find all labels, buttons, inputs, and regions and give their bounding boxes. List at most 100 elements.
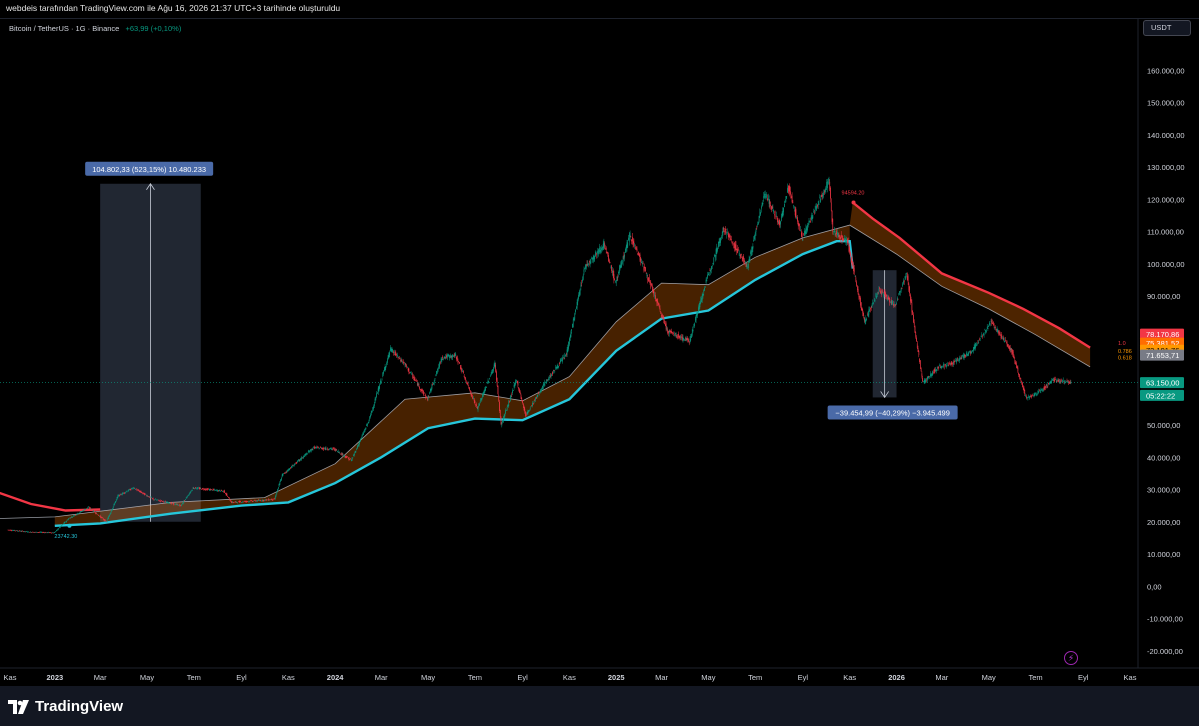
candle-body [213, 489, 215, 491]
candle-body [470, 392, 472, 395]
candle-body [33, 532, 34, 533]
candle-body [222, 490, 224, 492]
candle-body [675, 333, 677, 337]
candle-body [328, 449, 330, 451]
candle-body [501, 422, 503, 426]
candle-body [356, 449, 357, 450]
symbol-legend[interactable]: Bitcoin / TetherUS · 1G · Binance +63,99… [9, 24, 181, 33]
candle-body [612, 270, 614, 276]
candle-body [724, 229, 726, 233]
candle-body [369, 416, 371, 420]
candle-body [311, 448, 312, 451]
candle-body [913, 314, 914, 323]
candle-body [47, 532, 49, 533]
candle-body [430, 388, 431, 392]
candle-body [631, 239, 632, 242]
candle-body [162, 500, 164, 502]
candle-body [855, 277, 857, 282]
candle-body [769, 201, 771, 207]
flash-icon[interactable]: ⚡ [1064, 651, 1078, 665]
candle-body [31, 532, 33, 533]
price-tag-label: 71.653,71 [1146, 351, 1179, 360]
candle-body [749, 256, 751, 261]
candle-body [992, 322, 993, 324]
candle-body [41, 531, 43, 533]
candle-body [702, 293, 704, 297]
candle-body [146, 495, 148, 497]
x-tick-label: Tem [1028, 673, 1042, 682]
candle-body [260, 500, 261, 501]
tradingview-logo-text: TradingView [35, 698, 124, 715]
candle-body [521, 398, 523, 400]
candle-body [532, 402, 534, 404]
candle-body [655, 299, 657, 302]
candle-body [920, 360, 921, 369]
candle-body [519, 389, 520, 393]
candle-body [82, 510, 84, 512]
candle-body [670, 331, 672, 333]
candle-body [907, 276, 909, 282]
candle-body [644, 266, 645, 269]
candle-body [559, 362, 560, 365]
price-chart[interactable]: 160.000,00 150.000,00 140.000,00 130.000,00… [0, 0, 1199, 686]
candle-body [93, 511, 95, 512]
candle-body [70, 517, 72, 519]
candle-body [434, 378, 436, 379]
candle-body [814, 212, 815, 214]
candle-body [101, 517, 102, 518]
candle-body [833, 231, 834, 232]
candle-body [1002, 337, 1004, 340]
candle-body [611, 265, 612, 271]
candle-body [304, 455, 305, 458]
candle-body [317, 446, 318, 448]
candle-body [649, 281, 651, 283]
candle-body [1017, 367, 1019, 372]
candle-body [962, 355, 963, 357]
candle-body [731, 239, 732, 240]
candle-body [728, 234, 730, 237]
candle-body [681, 336, 682, 338]
candle-body [606, 251, 608, 253]
candle-body [727, 232, 728, 233]
candle-body [138, 489, 139, 491]
candle-body [857, 286, 858, 290]
x-tick-label: May [140, 673, 154, 682]
candle-body [938, 366, 940, 369]
candle-body [1059, 379, 1061, 383]
candle-body [660, 311, 662, 314]
candle-body [541, 388, 543, 391]
candle-body [684, 339, 685, 341]
candle-body [609, 262, 611, 264]
candle-body [863, 313, 864, 316]
candle-body [20, 531, 22, 532]
candle-body [8, 529, 10, 531]
candle-body [808, 220, 810, 222]
candle-body [905, 276, 907, 279]
candle-body [614, 279, 615, 281]
candle-body [940, 367, 941, 368]
candle-body [911, 302, 913, 313]
tradingview-logo[interactable]: TradingView [8, 698, 123, 715]
candle-body [723, 228, 725, 230]
candle-body [716, 246, 718, 254]
candle-body [678, 333, 679, 338]
candle-body [722, 227, 724, 233]
candle-body [681, 336, 683, 340]
candle-body [557, 364, 559, 369]
candle-body [444, 357, 446, 358]
currency-button[interactable]: USDT [1143, 20, 1191, 36]
candle-body [201, 488, 203, 490]
candle-body [60, 525, 62, 527]
candle-body [392, 350, 394, 353]
candle-body [599, 250, 601, 253]
candle-body [952, 363, 953, 365]
candle-body [768, 199, 770, 204]
candle-body [763, 196, 764, 199]
candle-body [388, 352, 390, 358]
candle-body [49, 532, 50, 533]
annotation-dot [851, 200, 856, 205]
candle-body [991, 319, 993, 324]
candle-body [17, 531, 19, 532]
candle-body [453, 356, 454, 357]
candle-body [210, 489, 212, 491]
